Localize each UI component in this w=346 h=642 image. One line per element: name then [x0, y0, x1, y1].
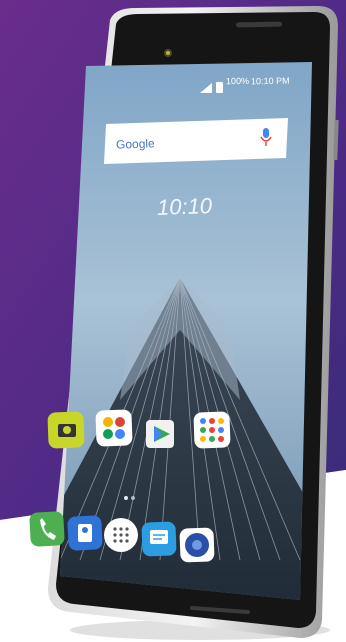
gallery-icon[interactable]: [95, 409, 133, 447]
google-logo: Google: [115, 136, 155, 152]
phone-illustration: [0, 0, 346, 642]
status-time-text: 10:10 PM: [250, 75, 290, 87]
status-battery-text: 100%: [225, 75, 250, 87]
earpiece: [236, 21, 283, 28]
product-photo: 100% 10:10 PM Google 10:10: [0, 0, 346, 642]
mic-icon[interactable]: [263, 128, 269, 138]
battery-icon: [216, 82, 223, 93]
home-clock: 10:10: [156, 193, 213, 220]
phone-icon[interactable]: [29, 511, 65, 547]
